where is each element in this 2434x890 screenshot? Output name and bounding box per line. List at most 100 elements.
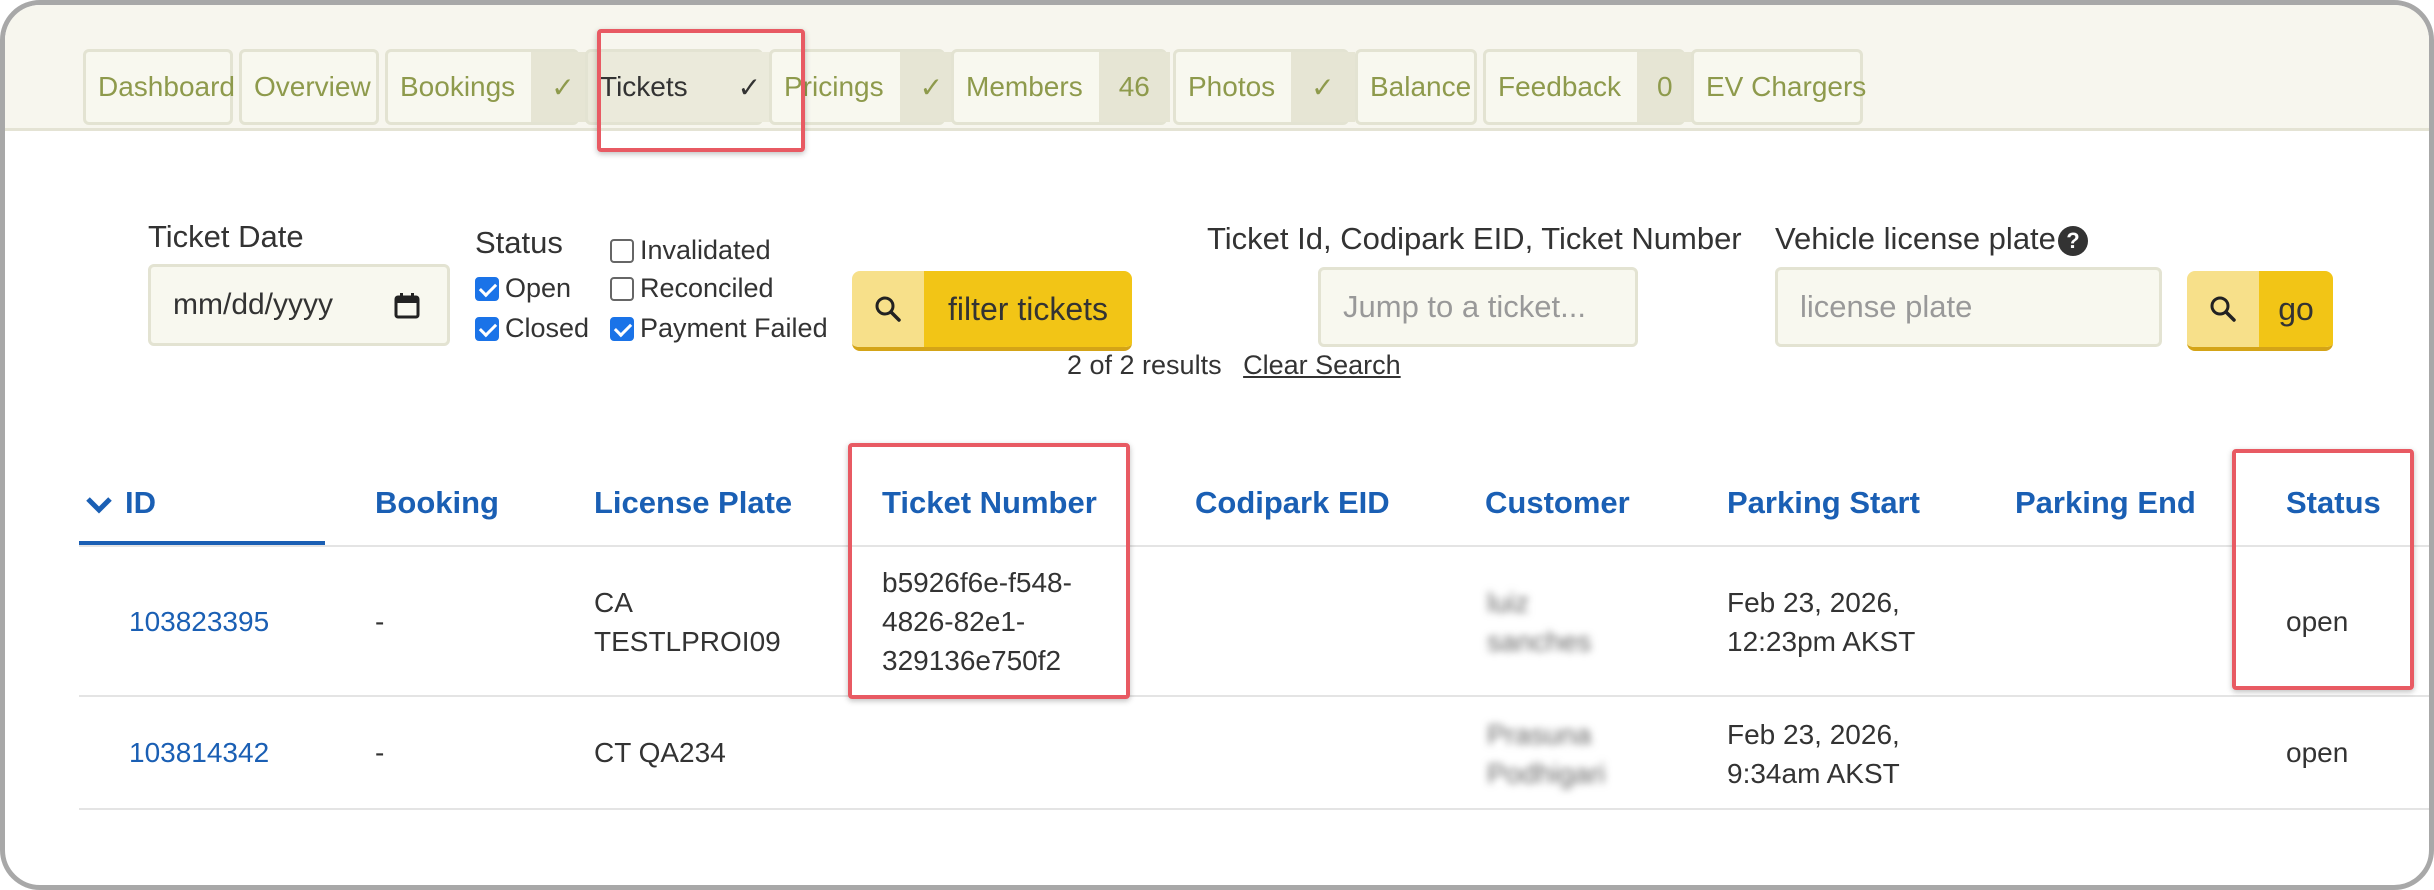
results-count: 2 of 2 results (1067, 350, 1222, 380)
clear-search-link[interactable]: Clear Search (1243, 350, 1401, 380)
parking-start-cell: Feb 23, 2026, 12:23pm AKST (1727, 583, 1915, 661)
tab-label: Bookings (400, 71, 516, 102)
jump-placeholder: Jump to a ticket... (1343, 289, 1586, 324)
column-header-status[interactable]: Status (2286, 485, 2381, 521)
license-plate-line: CA (594, 587, 633, 618)
status-cell: open (2286, 606, 2349, 637)
customer-cell: Prasuna Podhigari (1487, 715, 1605, 793)
checkbox-payment-failed[interactable]: Payment Failed (610, 313, 828, 344)
tab-dashboard[interactable]: Dashboard (83, 49, 235, 125)
status-label: Status (475, 225, 563, 260)
column-header-booking[interactable]: Booking (375, 485, 499, 521)
parking-start-cell: Feb 23, 2026, 9:34am AKST (1727, 715, 1900, 793)
checkbox-label: Invalidated (640, 235, 771, 265)
calendar-icon[interactable] (393, 292, 421, 320)
ticket-date-input[interactable]: mm/dd/yyyy (148, 264, 450, 346)
customer-name-line: Podhigari (1487, 758, 1606, 789)
column-header-license-plate[interactable]: License Plate (594, 485, 792, 521)
tab-pricings[interactable]: Pricings ✓ (769, 49, 964, 125)
tab-label: Members (966, 71, 1083, 102)
checkbox-closed[interactable]: Closed (475, 313, 589, 344)
customer-name-line: Prasuna (1487, 719, 1592, 750)
members-count-badge: 46 (1098, 52, 1170, 122)
checkbox-closed-box[interactable] (475, 316, 499, 341)
tab-label: Feedback (1498, 71, 1621, 102)
license-plate-cell: CT QA234 (594, 737, 726, 768)
help-icon[interactable]: ? (2057, 225, 2088, 256)
booking-cell: - (375, 606, 385, 637)
license-plate-label: Vehicle license plate? (1775, 221, 2088, 257)
ticket-number-cell: b5926f6e-f548- 4826-82e1- 329136e750f2 (882, 563, 1072, 680)
checkbox-label: Closed (505, 313, 590, 343)
license-plate-placeholder: license plate (1800, 289, 1973, 324)
parking-start-line: Feb 23, 2026, (1727, 719, 1900, 750)
search-icon (2187, 271, 2259, 347)
checkbox-label: Reconciled (640, 273, 774, 303)
tab-label: Pricings (784, 71, 884, 102)
checkbox-open-box[interactable] (475, 276, 499, 301)
checkbox-label: Open (505, 273, 572, 303)
filter-tickets-label: filter tickets (924, 271, 1132, 347)
customer-name-line: luiz (1487, 587, 1530, 618)
tab-label: Dashboard (98, 71, 235, 102)
tab-list: Dashboard Overview Bookings ✓ Tickets ✓ … (83, 49, 1867, 125)
ticket-number-line: 329136e750f2 (882, 645, 1062, 676)
jump-to-ticket-input[interactable]: Jump to a ticket... (1318, 267, 1638, 347)
tab-members[interactable]: Members 46 (951, 49, 1170, 125)
tab-overview[interactable]: Overview (239, 49, 379, 125)
row-divider (79, 808, 2429, 810)
tab-label: Overview (254, 71, 371, 102)
checkbox-payment-failed-box[interactable] (610, 316, 634, 341)
license-plate-line: TESTLPROI09 (594, 626, 781, 657)
tab-feedback[interactable]: Feedback 0 (1483, 49, 1693, 125)
column-header-parking-end[interactable]: Parking End (2015, 485, 2196, 521)
app-window: Dashboard Overview Bookings ✓ Tickets ✓ … (0, 0, 2434, 890)
column-header-customer[interactable]: Customer (1485, 485, 1630, 521)
tab-bookings[interactable]: Bookings ✓ (385, 49, 595, 125)
tab-photos[interactable]: Photos ✓ (1173, 49, 1355, 125)
results-summary: 2 of 2 results Clear Search (1067, 350, 1401, 381)
tab-ev-chargers[interactable]: EV Chargers (1691, 49, 1867, 125)
check-icon: ✓ (1291, 52, 1355, 122)
status-cell: open (2286, 737, 2349, 768)
checkbox-invalidated-box[interactable] (610, 238, 634, 263)
search-icon (852, 271, 924, 347)
filter-tickets-button[interactable]: filter tickets (852, 271, 1132, 351)
tab-label: EV Chargers (1706, 71, 1867, 102)
ticket-number-line: b5926f6e-f548- (882, 567, 1072, 598)
license-plate-label-text: Vehicle license plate (1775, 221, 2056, 256)
column-header-id[interactable]: ID (85, 485, 156, 521)
go-button[interactable]: go (2187, 271, 2333, 351)
tab-balance[interactable]: Balance (1355, 49, 1477, 125)
checkbox-label: Payment Failed (640, 313, 828, 343)
column-header-parking-start[interactable]: Parking Start (1727, 485, 1920, 521)
row-divider (79, 695, 2429, 697)
ticket-id-link[interactable]: 103823395 (129, 602, 269, 641)
tab-label: Balance (1370, 71, 1472, 102)
column-header-label: ID (125, 485, 156, 520)
tab-label: Photos (1188, 71, 1276, 102)
table-header-divider (79, 545, 2429, 547)
column-header-codipark-eid[interactable]: Codipark EID (1195, 485, 1390, 521)
checkbox-reconciled[interactable]: Reconciled (610, 273, 774, 304)
ticket-date-label: Ticket Date (148, 219, 304, 254)
feedback-count-badge: 0 (1636, 52, 1693, 122)
customer-name-line: sanches (1487, 626, 1592, 657)
tab-tickets[interactable]: Tickets ✓ (585, 49, 782, 125)
date-placeholder: mm/dd/yyyy (173, 288, 334, 321)
parking-start-line: 12:23pm AKST (1727, 626, 1916, 657)
ticket-number-line: 4826-82e1- (882, 606, 1026, 637)
tab-label: Tickets (600, 71, 688, 102)
parking-start-line: 9:34am AKST (1727, 758, 1900, 789)
ticket-id-link[interactable]: 103814342 (129, 733, 269, 772)
column-header-ticket-number[interactable]: Ticket Number (882, 485, 1097, 521)
jump-to-ticket-label: Ticket Id, Codipark EID, Ticket Number (1207, 221, 1742, 256)
checkbox-reconciled-box[interactable] (610, 276, 634, 301)
go-label: go (2259, 271, 2333, 347)
chevron-down-icon (86, 497, 112, 514)
checkbox-invalidated[interactable]: Invalidated (610, 235, 771, 266)
license-plate-input[interactable]: license plate (1775, 267, 2162, 347)
license-plate-cell: CA TESTLPROI09 (594, 583, 781, 661)
tab-bar: Dashboard Overview Bookings ✓ Tickets ✓ … (5, 5, 2429, 131)
checkbox-open[interactable]: Open (475, 273, 571, 304)
